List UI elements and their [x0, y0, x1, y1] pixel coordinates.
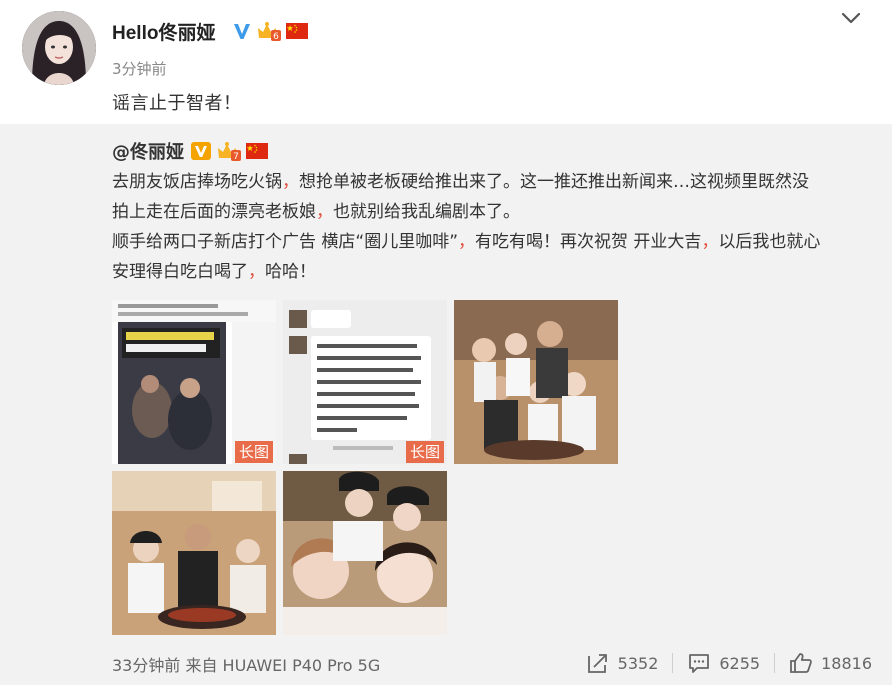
original-author[interactable]: @佟丽娅	[112, 138, 184, 164]
comment-icon	[689, 654, 710, 673]
username[interactable]: Hello佟丽娅	[112, 18, 215, 45]
thumbs-up-icon	[790, 653, 812, 673]
avatar[interactable]	[22, 11, 96, 85]
text-line: 顺手给两口子新店打个广告 横店“圈儿里咖啡”，有吃有喝！再次祝贺 开业大吉，以后…	[112, 232, 821, 252]
text-line: 安理得白吃白喝了，哈哈！	[112, 262, 316, 282]
text-line: 去朋友饭店捧场吃火锅，想抢单被老板硬给推出来了。这一推还推出新闻来…这视频里既然…	[112, 172, 809, 192]
image-thumbnail[interactable]: 长图	[112, 300, 276, 464]
china-flag-icon	[246, 143, 268, 159]
vip-level: 6	[273, 32, 279, 42]
image-thumbnail[interactable]	[454, 300, 618, 464]
china-flag-icon	[286, 23, 308, 39]
action-bar: 5352 6255 18816	[572, 648, 872, 678]
verified-v-icon	[234, 24, 250, 39]
image-thumbnail[interactable]	[283, 471, 447, 635]
repost-count: 5352	[617, 653, 659, 673]
user-badges: 6	[232, 20, 308, 42]
like-button[interactable]: 18816	[775, 648, 872, 678]
original-post-text: 去朋友饭店捧场吃火锅，想抢单被老板硬给推出来了。这一推还推出新闻来…这视频里既然…	[112, 167, 872, 287]
vip-level: 7	[233, 152, 239, 162]
comment-button[interactable]: 6255	[673, 648, 774, 678]
repost-icon	[587, 654, 607, 673]
weibo-post: Hello佟丽娅 6 3分钟前 谣言止于智者！ @佟丽娅 7 去朋友饭店捧场吃火…	[0, 0, 892, 685]
post-footer: 33分钟前 来自 HUAWEI P40 Pro 5G 5352 6255 188…	[112, 648, 872, 678]
long-image-badge: 长图	[405, 441, 444, 463]
long-image-badge: 长图	[234, 441, 273, 463]
vip-crown-icon[interactable]: 6	[256, 20, 282, 42]
chevron-down-icon[interactable]	[840, 10, 862, 26]
image-thumbnail[interactable]: 长图	[283, 300, 447, 464]
post-text: 谣言止于智者！	[112, 93, 242, 114]
vip-crown-icon[interactable]: 7	[216, 140, 242, 162]
comment-count: 6255	[719, 653, 761, 673]
verified-v-gold-icon	[191, 142, 211, 160]
original-author-row: @佟丽娅 7	[112, 138, 268, 164]
text-line: 拍上走在后面的漂亮老板娘，也就别给我乱编剧本了。	[112, 202, 520, 222]
original-author-badges: 7	[190, 140, 268, 162]
like-count: 18816	[821, 653, 872, 673]
post-time[interactable]: 3分钟前	[112, 58, 167, 79]
image-thumbnail[interactable]	[112, 471, 276, 635]
repost-block[interactable]: @佟丽娅 7 去朋友饭店捧场吃火锅，想抢单被老板硬给推出来了。这一推还推出新闻来…	[0, 124, 892, 685]
repost-button[interactable]: 5352	[572, 648, 673, 678]
post-source[interactable]: 33分钟前 来自 HUAWEI P40 Pro 5G	[112, 652, 380, 676]
